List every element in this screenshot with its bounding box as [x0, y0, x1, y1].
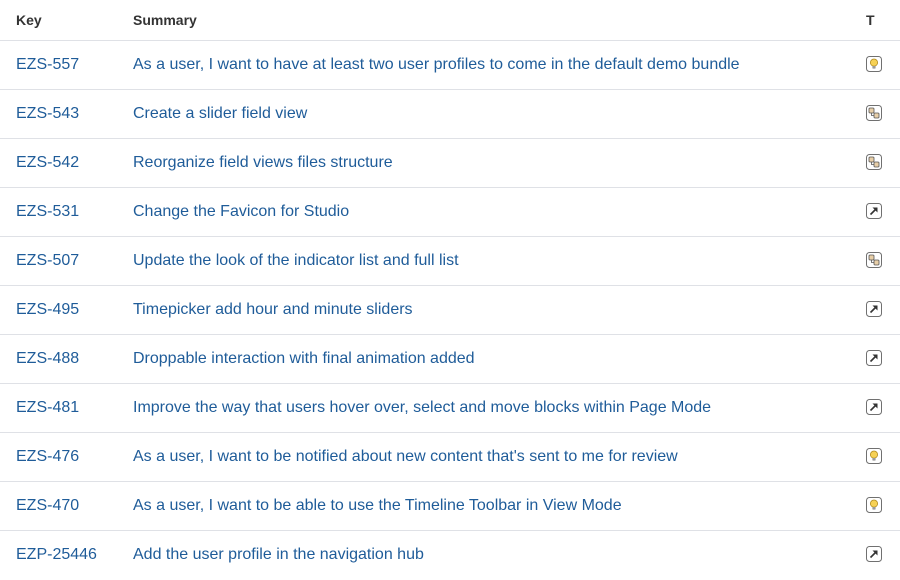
issue-key-cell: EZS-488 — [0, 333, 133, 383]
issue-key-cell: EZS-495 — [0, 284, 133, 334]
issue-key-link[interactable]: EZS-542 — [16, 154, 79, 171]
issue-summary-cell: Change the Favicon for Studio — [133, 186, 866, 236]
issue-type-cell — [866, 333, 900, 383]
subtask-icon — [866, 105, 882, 122]
issue-type-cell — [866, 186, 900, 236]
table-row: EZS-543 Create a slider field view — [0, 88, 900, 138]
issue-summary-link[interactable]: Change the Favicon for Studio — [133, 203, 349, 220]
table-row: EZS-542 Reorganize field views files str… — [0, 137, 900, 187]
subtask-icon — [866, 154, 882, 171]
issue-summary-link[interactable]: Droppable interaction with final animati… — [133, 350, 475, 367]
table-header-row: Key Summary T — [0, 0, 900, 40]
improvement-arrow-icon — [866, 301, 882, 318]
issue-summary-cell: Droppable interaction with final animati… — [133, 333, 866, 383]
table-row: EZS-470 As a user, I want to be able to … — [0, 480, 900, 530]
table-row: EZS-476 As a user, I want to be notified… — [0, 431, 900, 481]
lightbulb-icon — [866, 448, 882, 465]
issue-summary-link[interactable]: As a user, I want to be able to use the … — [133, 497, 622, 514]
table-row: EZS-531 Change the Favicon for Studio — [0, 186, 900, 236]
improvement-arrow-icon — [866, 203, 882, 220]
issue-type-cell — [866, 137, 900, 187]
issue-summary-cell: Create a slider field view — [133, 88, 866, 138]
issue-type-cell — [866, 88, 900, 138]
issue-summary-cell: Reorganize field views files structure — [133, 137, 866, 187]
table-row: EZP-25446 Add the user profile in the na… — [0, 529, 900, 579]
issue-summary-link[interactable]: Update the look of the indicator list an… — [133, 252, 459, 269]
issue-key-link[interactable]: EZS-557 — [16, 56, 79, 73]
issue-key-link[interactable]: EZS-476 — [16, 448, 79, 465]
issue-summary-cell: As a user, I want to have at least two u… — [133, 39, 866, 89]
issue-summary-link[interactable]: Create a slider field view — [133, 105, 307, 122]
issue-summary-link[interactable]: Improve the way that users hover over, s… — [133, 399, 711, 416]
issue-type-cell — [866, 284, 900, 334]
table-row: EZS-557 As a user, I want to have at lea… — [0, 39, 900, 89]
issue-key-cell: EZS-542 — [0, 137, 133, 187]
issue-type-cell — [866, 39, 900, 89]
issue-key-cell: EZS-481 — [0, 382, 133, 432]
issue-summary-link[interactable]: As a user, I want to have at least two u… — [133, 56, 740, 73]
issue-type-cell — [866, 431, 900, 481]
table-row: EZS-481 Improve the way that users hover… — [0, 382, 900, 432]
issue-key-cell: EZS-543 — [0, 88, 133, 138]
subtask-icon — [866, 252, 882, 269]
issue-summary-cell: Improve the way that users hover over, s… — [133, 382, 866, 432]
issue-summary-link[interactable]: Timepicker add hour and minute sliders — [133, 301, 413, 318]
issue-key-link[interactable]: EZS-488 — [16, 350, 79, 367]
issue-summary-cell: Timepicker add hour and minute sliders — [133, 284, 866, 334]
issue-key-cell: EZP-25446 — [0, 529, 133, 579]
issue-summary-cell: As a user, I want to be able to use the … — [133, 480, 866, 530]
issue-key-link[interactable]: EZS-495 — [16, 301, 79, 318]
lightbulb-icon — [866, 56, 882, 73]
improvement-arrow-icon — [866, 399, 882, 416]
issue-table: Key Summary T EZS-557 As a user, I want … — [0, 0, 900, 579]
issue-key-link[interactable]: EZS-531 — [16, 203, 79, 220]
header-summary[interactable]: Summary — [133, 0, 866, 40]
issue-summary-link[interactable]: Reorganize field views files structure — [133, 154, 393, 171]
issue-type-cell — [866, 382, 900, 432]
issue-key-link[interactable]: EZS-543 — [16, 105, 79, 122]
issue-type-cell — [866, 235, 900, 285]
issue-key-cell: EZS-557 — [0, 39, 133, 89]
issue-key-cell: EZS-531 — [0, 186, 133, 236]
table-row: EZS-507 Update the look of the indicator… — [0, 235, 900, 285]
issue-summary-cell: Add the user profile in the navigation h… — [133, 529, 866, 579]
improvement-arrow-icon — [866, 350, 882, 367]
table-row: EZS-488 Droppable interaction with final… — [0, 333, 900, 383]
header-type[interactable]: T — [866, 0, 900, 40]
issue-summary-cell: Update the look of the indicator list an… — [133, 235, 866, 285]
issue-key-cell: EZS-470 — [0, 480, 133, 530]
issue-summary-link[interactable]: Add the user profile in the navigation h… — [133, 546, 424, 563]
header-key[interactable]: Key — [0, 0, 133, 40]
issue-key-link[interactable]: EZS-507 — [16, 252, 79, 269]
issue-key-cell: EZS-476 — [0, 431, 133, 481]
issue-key-link[interactable]: EZS-481 — [16, 399, 79, 416]
issue-rows: EZS-557 As a user, I want to have at lea… — [0, 39, 900, 579]
issue-key-link[interactable]: EZP-25446 — [16, 546, 97, 563]
table-row: EZS-495 Timepicker add hour and minute s… — [0, 284, 900, 334]
lightbulb-icon — [866, 497, 882, 514]
issue-summary-link[interactable]: As a user, I want to be notified about n… — [133, 448, 678, 465]
issue-type-cell — [866, 529, 900, 579]
improvement-arrow-icon — [866, 546, 882, 563]
issue-type-cell — [866, 480, 900, 530]
issue-key-cell: EZS-507 — [0, 235, 133, 285]
issue-key-link[interactable]: EZS-470 — [16, 497, 79, 514]
issue-summary-cell: As a user, I want to be notified about n… — [133, 431, 866, 481]
